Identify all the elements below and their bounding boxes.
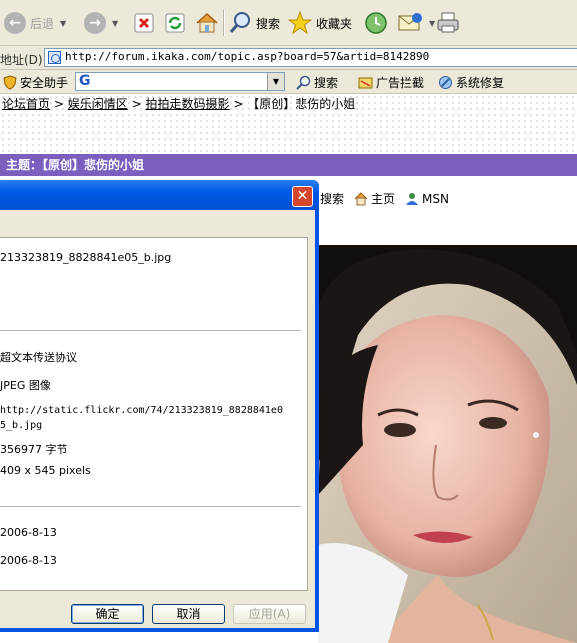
security-assistant-button[interactable]: 安全助手 (3, 74, 68, 91)
address-label: 地址(D) (0, 53, 43, 67)
type-value: JPEG 图像 (0, 379, 51, 392)
properties-panel: 213323819_8828841e05_b.jpg 超文本传送协议 JPEG … (0, 237, 308, 591)
print-button[interactable] (436, 8, 460, 38)
system-repair-button[interactable]: 系统修复 (438, 74, 504, 91)
post-home-link[interactable]: 主页 (354, 190, 395, 207)
page-icon (48, 51, 61, 64)
post-search-link[interactable]: 搜索 (320, 190, 344, 207)
breadcrumb-forum-home[interactable]: 论坛首页 (2, 97, 50, 111)
address-value-line2: 5_b.jpg (0, 420, 43, 431)
forward-button[interactable]: → ▼ (84, 8, 118, 38)
address-input[interactable]: http://forum.ikaka.com/topic.asp?board=5… (44, 48, 577, 67)
properties-dialog: ✕ 213323819_8828841e05_b.jpg 超文本传送协议 JPE… (0, 180, 319, 632)
topic-title: 主题：【原创】悲伤的小姐 (6, 158, 145, 172)
back-arrow-icon: ← (4, 12, 26, 34)
home-icon (196, 12, 218, 33)
refresh-button[interactable] (164, 8, 186, 38)
breadcrumb: 论坛首页 > 娱乐闲情区 > 拍拍走数码摄影 > 【原创】悲伤的小姐 (0, 94, 577, 154)
size-value: 356977 字节 (0, 443, 68, 456)
dialog-body: 213323819_8828841e05_b.jpg 超文本传送协议 JPEG … (0, 210, 315, 628)
adblock-icon (358, 77, 373, 89)
stop-icon (134, 13, 154, 33)
repair-icon (439, 76, 452, 89)
breadcrumb-photo-board[interactable]: 拍拍走数码摄影 (145, 97, 229, 111)
combo-dropdown-icon[interactable]: ▼ (267, 73, 284, 90)
helper-search-button[interactable]: 搜索 (296, 74, 338, 91)
forward-dropdown-icon[interactable]: ▼ (112, 19, 118, 28)
post-toolbar: 搜索 主页 MSN (320, 190, 449, 207)
search-combo-box[interactable]: G ▼ (75, 72, 285, 91)
post-photo (318, 245, 577, 643)
address-value-line1: http://static.flickr.com/74/213323819_88… (0, 405, 283, 416)
cancel-button[interactable]: 取消 (152, 604, 225, 624)
address-url[interactable]: http://forum.ikaka.com/topic.asp?board=5… (65, 50, 429, 63)
search-button[interactable]: 搜索 (228, 8, 280, 38)
home-button[interactable] (195, 8, 219, 38)
search-engine-logo: G (79, 73, 91, 89)
post-msn-link[interactable]: MSN (405, 192, 449, 206)
dialog-titlebar[interactable]: ✕ (0, 180, 319, 210)
history-icon (365, 12, 387, 34)
helper-toolbar: 安全助手 G ▼ 搜索 广告拦截 系统修复 (0, 70, 577, 94)
protocol-value: 超文本传送协议 (0, 351, 77, 364)
ok-button[interactable]: 确定 (71, 604, 144, 624)
mail-dropdown-icon[interactable]: ▼ (429, 19, 435, 28)
created-date: 2006-8-13 (0, 526, 57, 539)
favorites-button[interactable]: 收藏夹 (288, 8, 352, 38)
close-icon[interactable]: ✕ (292, 186, 313, 207)
breadcrumb-leisure-area[interactable]: 娱乐闲情区 (68, 97, 128, 111)
stop-button[interactable] (133, 8, 155, 38)
portrait-photo-image (318, 245, 577, 643)
mail-icon (398, 13, 422, 31)
favorites-star-icon (288, 11, 312, 35)
topic-title-bar: 主题：【原创】悲伤的小姐 (0, 154, 577, 176)
forward-arrow-icon: → (84, 12, 106, 34)
refresh-icon (165, 13, 185, 33)
shield-icon (3, 75, 17, 90)
back-dropdown-icon[interactable]: ▼ (60, 19, 66, 28)
home-icon (354, 191, 368, 205)
ie-standard-toolbar: ← 后退 ▼ → ▼ 搜索 收藏夹 ▼ (0, 0, 577, 46)
address-bar: 地址(D) http://forum.ikaka.com/topic.asp?b… (0, 46, 577, 70)
modified-date: 2006-8-13 (0, 554, 57, 567)
search-magnifier-icon (296, 75, 311, 90)
mail-button[interactable]: ▼ (397, 8, 435, 38)
history-button[interactable] (364, 8, 388, 38)
breadcrumb-current-topic: 【原创】悲伤的小姐 (247, 97, 356, 111)
back-button[interactable]: ← 后退 ▼ (4, 8, 66, 38)
dimensions-value: 409 x 545 pixels (0, 464, 91, 477)
print-icon (437, 12, 459, 33)
file-name: 213323819_8828841e05_b.jpg (0, 251, 172, 264)
msn-user-icon (406, 192, 419, 205)
adblock-button[interactable]: 广告拦截 (358, 74, 424, 91)
apply-button[interactable]: 应用(A) (233, 604, 306, 624)
search-magnifier-icon (229, 12, 250, 33)
